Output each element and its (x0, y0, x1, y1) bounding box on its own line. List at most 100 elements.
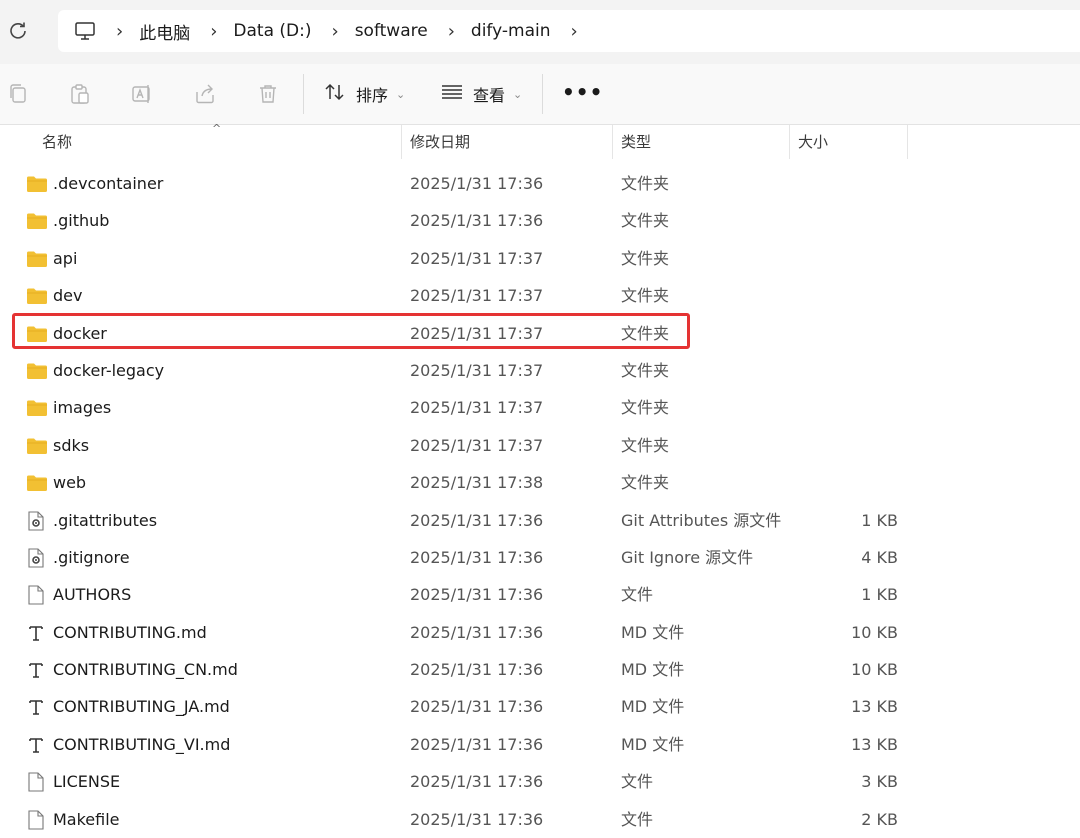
more-options-button[interactable]: ••• (562, 80, 603, 104)
file-row[interactable]: .gitattributes 2025/1/31 17:36 Git Attribu… (0, 502, 1080, 539)
file-date: 2025/1/31 17:37 (410, 248, 544, 268)
file-date: 2025/1/31 17:37 (410, 435, 544, 455)
file-date: 2025/1/31 17:37 (410, 360, 544, 380)
sort-label: 排序 (356, 86, 389, 105)
file-row[interactable]: LICENSE 2025/1/31 17:36 文件 3 KB (0, 763, 1080, 800)
folder-icon (27, 438, 47, 454)
column-divider[interactable] (907, 125, 908, 159)
breadcrumb-chevron-icon[interactable]: › (448, 21, 455, 42)
view-button[interactable]: 查看 ⌄ (441, 82, 522, 106)
file-name: CONTRIBUTING_VI.md (53, 734, 231, 754)
file-size: 10 KB (851, 622, 898, 642)
command-bar: 排序 ⌄ 查看 ⌄ ••• (0, 64, 1080, 125)
breadcrumb-data-drive[interactable]: Data (D:) (233, 21, 311, 41)
file-size: 1 KB (861, 510, 898, 530)
file-row[interactable]: docker-legacy 2025/1/31 17:37 文件夹 (0, 352, 1080, 389)
file-name: Makefile (53, 809, 120, 829)
text-file-icon (27, 735, 47, 753)
breadcrumb-software[interactable]: software (355, 21, 428, 41)
chevron-down-icon: ⌄ (396, 87, 406, 101)
file-size: 13 KB (851, 734, 898, 754)
file-row[interactable]: Makefile 2025/1/31 17:36 文件 2 KB (0, 801, 1080, 838)
file-type: 文件夹 (621, 473, 670, 493)
file-row[interactable]: CONTRIBUTING_CN.md 2025/1/31 17:36 MD 文件 10… (0, 651, 1080, 688)
file-name: .gitignore (53, 547, 130, 567)
folder-icon (27, 475, 47, 492)
file-name: .github (53, 211, 110, 231)
file-name: docker-legacy (53, 360, 165, 380)
file-type: MD 文件 (621, 734, 685, 754)
address-bar[interactable]: › 此电脑 › Data (D:) › software › dify-main… (58, 10, 1080, 52)
view-list-icon (441, 84, 463, 104)
breadcrumb-this-pc[interactable]: 此电脑 (139, 19, 190, 44)
file-row[interactable]: .devcontainer 2025/1/31 17:36 文件夹 (0, 165, 1080, 202)
sort-button[interactable]: 排序 ⌄ (324, 82, 405, 106)
share-icon[interactable] (193, 82, 217, 106)
file-type: 文件夹 (621, 286, 670, 306)
folder-icon (27, 288, 47, 305)
text-file-icon (27, 660, 47, 678)
file-row[interactable]: docker 2025/1/31 17:37 文件夹 (0, 312, 1080, 352)
column-header-type[interactable]: 类型 (613, 125, 791, 159)
file-date: 2025/1/31 17:36 (410, 510, 544, 530)
file-name: LICENSE (53, 772, 121, 792)
file-row[interactable]: AUTHORS 2025/1/31 17:36 文件 1 KB (0, 576, 1080, 613)
file-name: .gitattributes (53, 510, 158, 530)
file-size: 13 KB (851, 697, 898, 717)
breadcrumb-dify-main[interactable]: dify-main (471, 21, 551, 41)
breadcrumb-chevron-icon[interactable]: › (331, 21, 338, 42)
file-name: AUTHORS (53, 585, 132, 605)
file-date: 2025/1/31 17:36 (410, 772, 544, 792)
file-type: 文件夹 (621, 435, 670, 455)
column-header-row: ^ 名称 修改日期 类型 大小 (0, 122, 1080, 159)
file-row[interactable]: .github 2025/1/31 17:36 文件夹 (0, 202, 1080, 239)
breadcrumb-chevron-icon: › (116, 20, 124, 42)
file-name: .devcontainer (53, 174, 164, 193)
breadcrumb-chevron-icon[interactable]: › (210, 21, 217, 42)
file-type: 文件夹 (621, 174, 670, 193)
file-type: Git Ignore 源文件 (621, 547, 754, 567)
copy-icon[interactable] (6, 82, 30, 106)
rename-icon[interactable] (130, 82, 154, 106)
column-header-name[interactable]: 名称 (34, 125, 400, 159)
folder-icon (27, 363, 47, 379)
breadcrumb-chevron-icon[interactable]: › (570, 21, 577, 42)
file-date: 2025/1/31 17:36 (410, 660, 544, 680)
column-header-date[interactable]: 修改日期 (402, 125, 610, 159)
file-row[interactable]: sdks 2025/1/31 17:37 文件夹 (0, 427, 1080, 464)
delete-icon[interactable] (256, 82, 280, 106)
file-type: 文件 (621, 585, 654, 605)
file-type: 文件夹 (621, 360, 670, 380)
column-header-size[interactable]: 大小 (790, 125, 908, 159)
gear-file-icon (27, 510, 47, 531)
file-name: CONTRIBUTING_CN.md (53, 660, 238, 680)
file-type: MD 文件 (621, 697, 685, 717)
file-date: 2025/1/31 17:36 (410, 174, 544, 193)
folder-icon (27, 400, 47, 417)
file-date: 2025/1/31 17:36 (410, 585, 544, 605)
file-row[interactable]: CONTRIBUTING.md 2025/1/31 17:36 MD 文件 10 KB (0, 614, 1080, 651)
gear-file-icon (27, 548, 47, 568)
file-row[interactable]: images 2025/1/31 17:37 文件夹 (0, 389, 1080, 426)
blank-file-icon (27, 585, 47, 605)
file-date: 2025/1/31 17:36 (410, 734, 544, 754)
file-row[interactable]: web 2025/1/31 17:38 文件夹 (0, 464, 1080, 501)
file-date: 2025/1/31 17:38 (410, 473, 544, 493)
paste-icon[interactable] (68, 82, 92, 106)
file-size: 4 KB (861, 547, 898, 567)
file-row[interactable]: dev 2025/1/31 17:37 文件夹 (0, 277, 1080, 314)
refresh-icon[interactable] (6, 20, 30, 44)
file-row[interactable]: api 2025/1/31 17:37 文件夹 (0, 240, 1080, 277)
file-date: 2025/1/31 17:36 (410, 697, 544, 717)
file-name: api (53, 248, 78, 268)
file-type: 文件夹 (621, 248, 670, 268)
file-name: images (53, 398, 112, 418)
file-size: 2 KB (861, 809, 898, 829)
folder-icon (27, 176, 47, 192)
file-row[interactable]: CONTRIBUTING_JA.md 2025/1/31 17:36 MD 文件 13… (0, 688, 1080, 725)
folder-icon (27, 251, 47, 267)
chevron-down-icon: ⌄ (513, 87, 523, 101)
file-type: 文件夹 (621, 398, 670, 418)
file-row[interactable]: .gitignore 2025/1/31 17:36 Git Ignore 源文件 4… (0, 539, 1080, 576)
file-row[interactable]: CONTRIBUTING_VI.md 2025/1/31 17:36 MD 文件 13… (0, 726, 1080, 763)
